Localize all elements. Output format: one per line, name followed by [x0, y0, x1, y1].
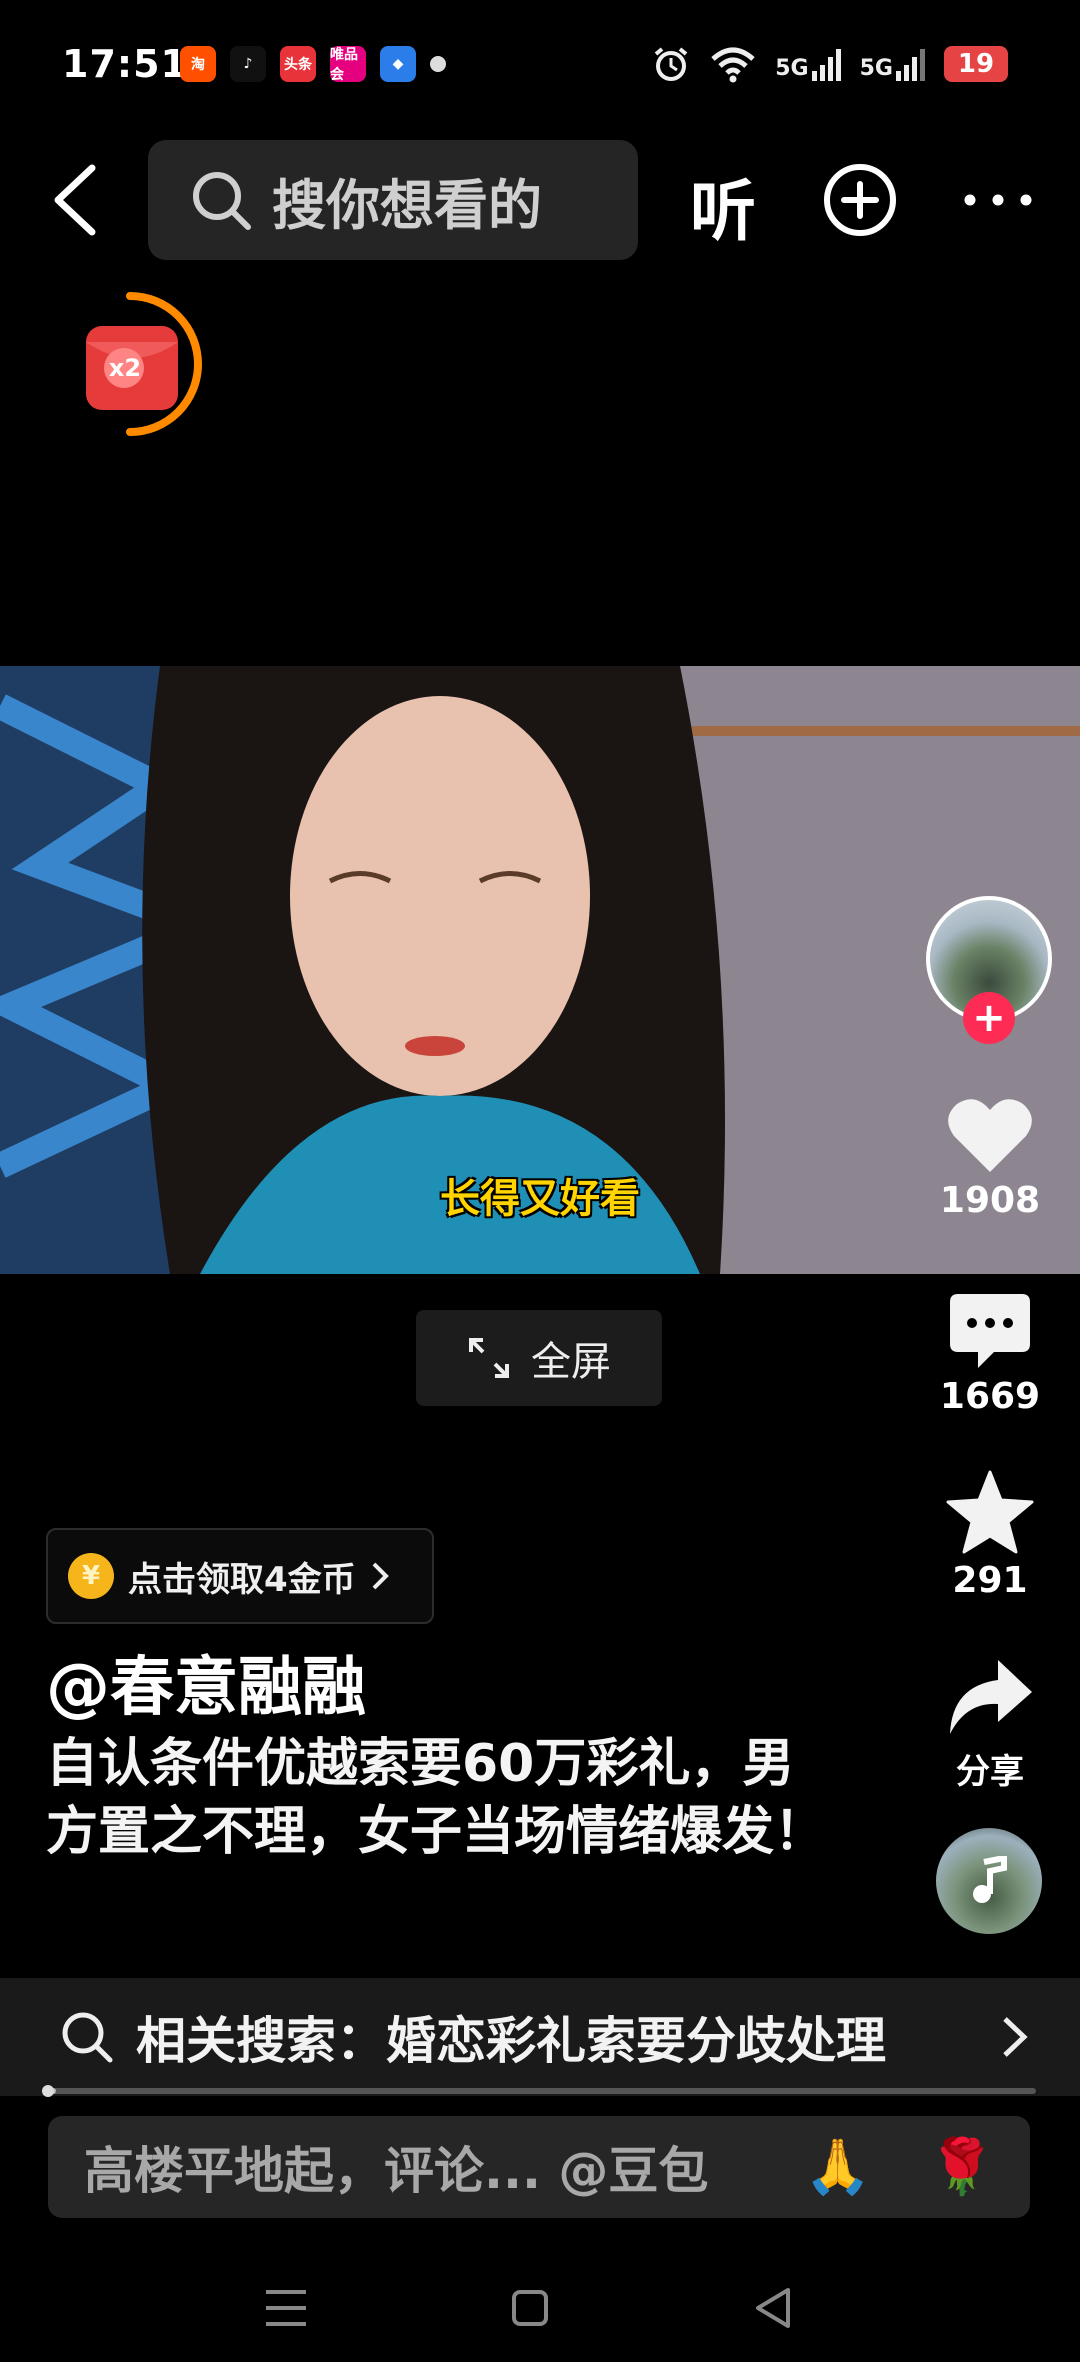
listen-button[interactable]: 听	[690, 158, 756, 254]
star-icon	[946, 1470, 1034, 1554]
video-progress-bar[interactable]	[42, 2085, 1036, 2097]
signal-5g-icon: 5G	[775, 47, 841, 81]
status-bar: 17:51 淘 ♪ 头条 唯品会 ◆ 5G 5G 19	[0, 0, 1080, 130]
back-icon[interactable]	[48, 162, 104, 238]
top-nav: 搜你想看的 听	[0, 140, 1080, 260]
like-button[interactable]: 1908	[920, 1096, 1060, 1221]
coin-reward-text: 点击领取4金币	[128, 1559, 356, 1600]
add-icon[interactable]	[822, 162, 898, 238]
browser-app-icon: ◆	[380, 46, 416, 82]
coin-reward-button[interactable]: ¥ 点击领取4金币	[46, 1528, 434, 1624]
search-icon	[193, 172, 251, 230]
system-nav-bar	[0, 2270, 1080, 2362]
chevron-right-icon	[372, 1562, 389, 1590]
search-input[interactable]: 搜你想看的	[148, 140, 638, 260]
redpack-multiplier: x2	[108, 354, 142, 382]
favorite-count: 291	[952, 1560, 1028, 1601]
music-note-icon	[973, 1856, 1007, 1903]
notification-icons: 淘 ♪ 头条 唯品会 ◆	[180, 46, 446, 83]
fullscreen-button[interactable]: 全屏	[416, 1310, 662, 1406]
more-notifications-dot	[430, 56, 446, 72]
video-caption: 自认条件优越索要60万彩礼，男方置之不理，女子当场情绪爆发！	[46, 1734, 827, 1862]
signal-5g-icon-2: 5G	[860, 47, 926, 81]
search-placeholder: 搜你想看的	[272, 173, 542, 237]
vip-app-icon: 唯品会	[330, 46, 366, 83]
wifi-icon	[711, 47, 755, 83]
tiktok-app-icon: ♪	[230, 46, 266, 82]
rose-emoji[interactable]: 🌹	[928, 2134, 995, 2200]
comment-icon	[950, 1294, 1030, 1368]
comment-button[interactable]: 1669	[920, 1292, 1060, 1417]
comment-count: 1669	[939, 1376, 1041, 1417]
share-icon	[950, 1660, 1032, 1734]
more-icon[interactable]	[958, 180, 1038, 220]
related-search-bar[interactable]: 相关搜索：婚恋彩礼索要分歧处理	[0, 1978, 1080, 2096]
comment-input[interactable]: 高楼平地起，评论... @豆包 🙏 🌹	[48, 2116, 1030, 2218]
share-button[interactable]: 分享	[920, 1658, 1060, 1793]
share-label: 分享	[956, 1752, 1024, 1792]
heart-icon	[948, 1099, 1032, 1172]
chevron-right-icon	[1003, 2017, 1028, 2057]
video-player[interactable]: 长得又好看	[0, 666, 1080, 1274]
menu-nav-icon[interactable]	[256, 2278, 316, 2338]
fullscreen-label: 全屏	[531, 1339, 611, 1385]
taobao-app-icon: 淘	[180, 46, 216, 82]
music-disc[interactable]	[936, 1828, 1042, 1934]
battery-icon: 19	[944, 46, 1008, 82]
alarm-icon	[654, 47, 688, 81]
related-search-text: 相关搜索：婚恋彩礼索要分歧处理	[136, 2012, 886, 2070]
praying-hands-emoji[interactable]: 🙏	[804, 2134, 871, 2200]
toutiao-app-icon: 头条	[280, 46, 316, 82]
progress-knob[interactable]	[42, 2085, 54, 2097]
author-avatar[interactable]: +	[926, 896, 1052, 1044]
video-subtitle: 长得又好看	[440, 1176, 640, 1222]
favorite-button[interactable]: 291	[920, 1470, 1060, 1601]
coin-icon: ¥	[68, 1553, 114, 1599]
home-nav-icon[interactable]	[500, 2278, 560, 2338]
status-time: 17:51	[62, 42, 188, 86]
author-name[interactable]: @春意融融	[46, 1636, 366, 1728]
back-nav-icon[interactable]	[744, 2278, 804, 2338]
reward-redpack[interactable]: x2	[80, 290, 210, 440]
like-count: 1908	[939, 1180, 1041, 1221]
system-icons: 5G 5G 19	[651, 44, 1008, 84]
follow-plus-icon[interactable]: +	[963, 992, 1015, 1044]
search-icon	[62, 2012, 113, 2063]
expand-icon	[469, 1338, 509, 1378]
comment-placeholder: 高楼平地起，评论... @豆包	[84, 2142, 709, 2200]
